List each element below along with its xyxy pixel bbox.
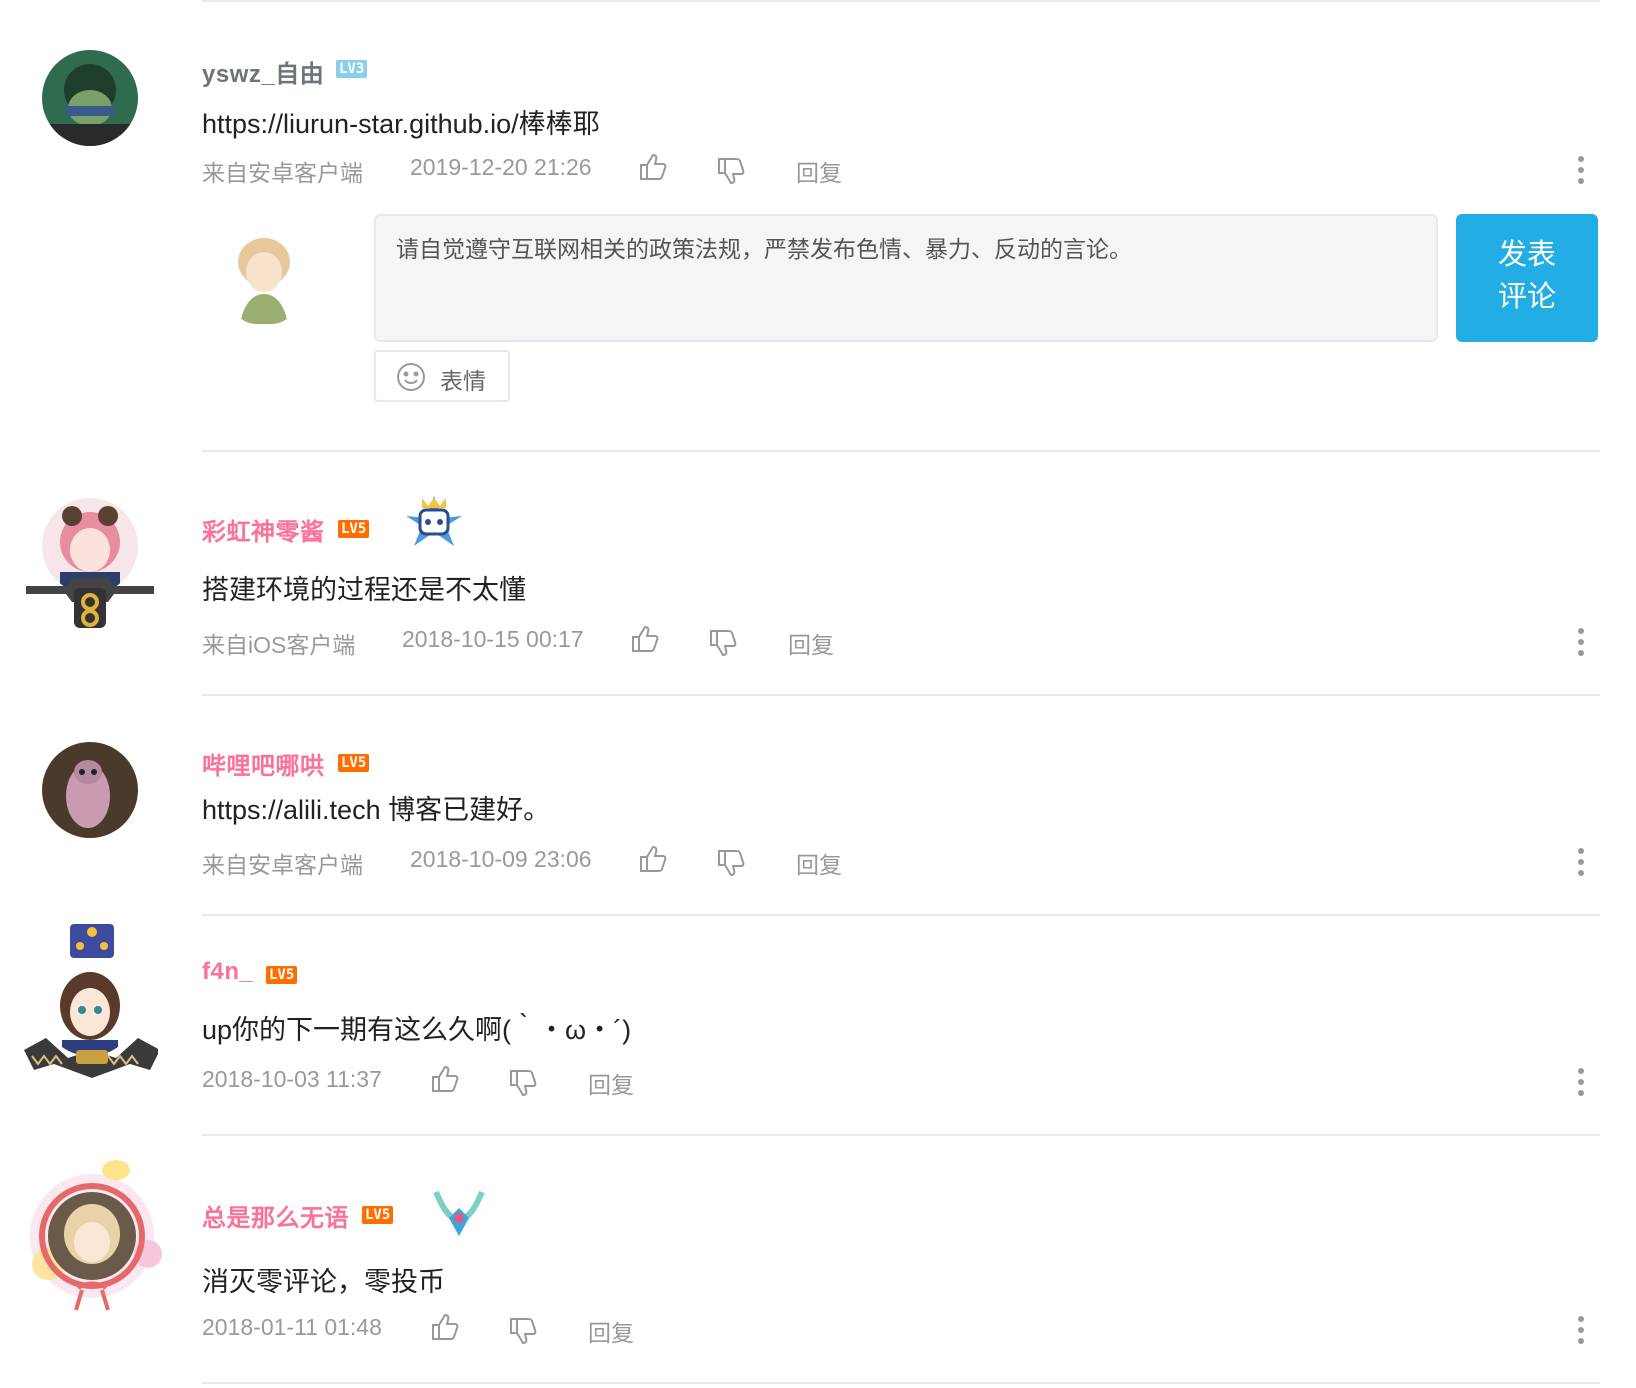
reply-button[interactable]: 回复 (796, 846, 842, 880)
level-badge: LV5 (338, 754, 370, 772)
reply-button[interactable]: 回复 (788, 626, 834, 660)
username[interactable]: 彩虹神零酱 (202, 512, 325, 547)
reply-button[interactable]: 回复 (796, 154, 842, 188)
like-icon[interactable] (638, 844, 668, 879)
pendant-frame (22, 576, 158, 637)
comment-time: 2018-10-03 11:37 (202, 1066, 382, 1092)
dislike-icon[interactable] (508, 1316, 538, 1351)
current-user-avatar (226, 228, 302, 324)
medal-icon (432, 1188, 486, 1245)
comment-text: 消灭零评论，零投币 (202, 1267, 445, 1297)
reply-placeholder: 请自觉遵守互联网相关的政策法规，严禁发布色情、暴力、反动的言论。 (396, 236, 1132, 262)
like-icon[interactable] (638, 152, 668, 187)
divider-top (202, 0, 1600, 2)
username[interactable]: f4n_ (202, 958, 253, 986)
dislike-icon[interactable] (716, 848, 746, 883)
more-options-icon[interactable] (1578, 628, 1586, 661)
divider (202, 450, 1600, 452)
more-options-icon[interactable] (1578, 1068, 1586, 1101)
divider (202, 1134, 1600, 1136)
comment-text: 搭建环境的过程还是不太懂 (202, 575, 526, 605)
username[interactable]: 总是那么无语 (202, 1198, 349, 1233)
divider (202, 914, 1600, 916)
smiley-icon (397, 363, 425, 391)
comment-time: 2018-01-11 01:48 (202, 1314, 382, 1340)
comment-time: 2018-10-15 00:17 (402, 626, 584, 652)
comment-text: https://alili.tech 博客已建好。 (202, 795, 551, 825)
comment-time: 2019-12-20 21:26 (410, 154, 592, 180)
comment-source: 来自安卓客户端 (202, 852, 363, 878)
comment-text: https://liurun-star.github.io/棒棒耶 (202, 109, 600, 139)
comment-source: 来自安卓客户端 (202, 160, 363, 186)
more-options-icon[interactable] (1578, 1316, 1586, 1349)
pendant-frame (22, 922, 160, 1103)
dislike-icon[interactable] (716, 156, 746, 191)
level-badge: LV3 (336, 60, 368, 78)
comment-source: 来自iOS客户端 (202, 632, 356, 658)
emoji-button[interactable]: 表情 (374, 350, 510, 402)
username[interactable]: yswz_自由 (202, 54, 324, 89)
medal-icon (402, 494, 466, 561)
username[interactable]: 哔哩吧哪哄 (202, 746, 325, 781)
level-badge: LV5 (266, 966, 298, 984)
emoji-label: 表情 (440, 368, 486, 394)
comment-text: up你的下一期有这么久啊(｀・ω・´) (202, 1015, 632, 1045)
divider (202, 694, 1600, 696)
divider (202, 1382, 1600, 1384)
comment-time: 2018-10-09 23:06 (410, 846, 592, 872)
reply-textarea[interactable]: 请自觉遵守互联网相关的政策法规，严禁发布色情、暴力、反动的言论。 (374, 214, 1438, 342)
submit-label-line1: 发表 (1497, 239, 1556, 271)
submit-comment-button[interactable]: 发表 评论 (1456, 214, 1598, 342)
reply-button[interactable]: 回复 (588, 1314, 634, 1348)
avatar[interactable] (48, 1192, 136, 1280)
level-badge: LV5 (338, 520, 370, 538)
avatar[interactable] (42, 50, 138, 146)
reply-button[interactable]: 回复 (588, 1066, 634, 1100)
more-options-icon[interactable] (1578, 848, 1586, 881)
level-badge: LV5 (362, 1206, 394, 1224)
dislike-icon[interactable] (508, 1068, 538, 1103)
more-options-icon[interactable] (1578, 156, 1586, 189)
like-icon[interactable] (430, 1312, 460, 1347)
like-icon[interactable] (630, 624, 660, 659)
dislike-icon[interactable] (708, 628, 738, 663)
avatar[interactable] (42, 742, 138, 838)
like-icon[interactable] (430, 1064, 460, 1099)
submit-label-line2: 评论 (1497, 281, 1556, 313)
